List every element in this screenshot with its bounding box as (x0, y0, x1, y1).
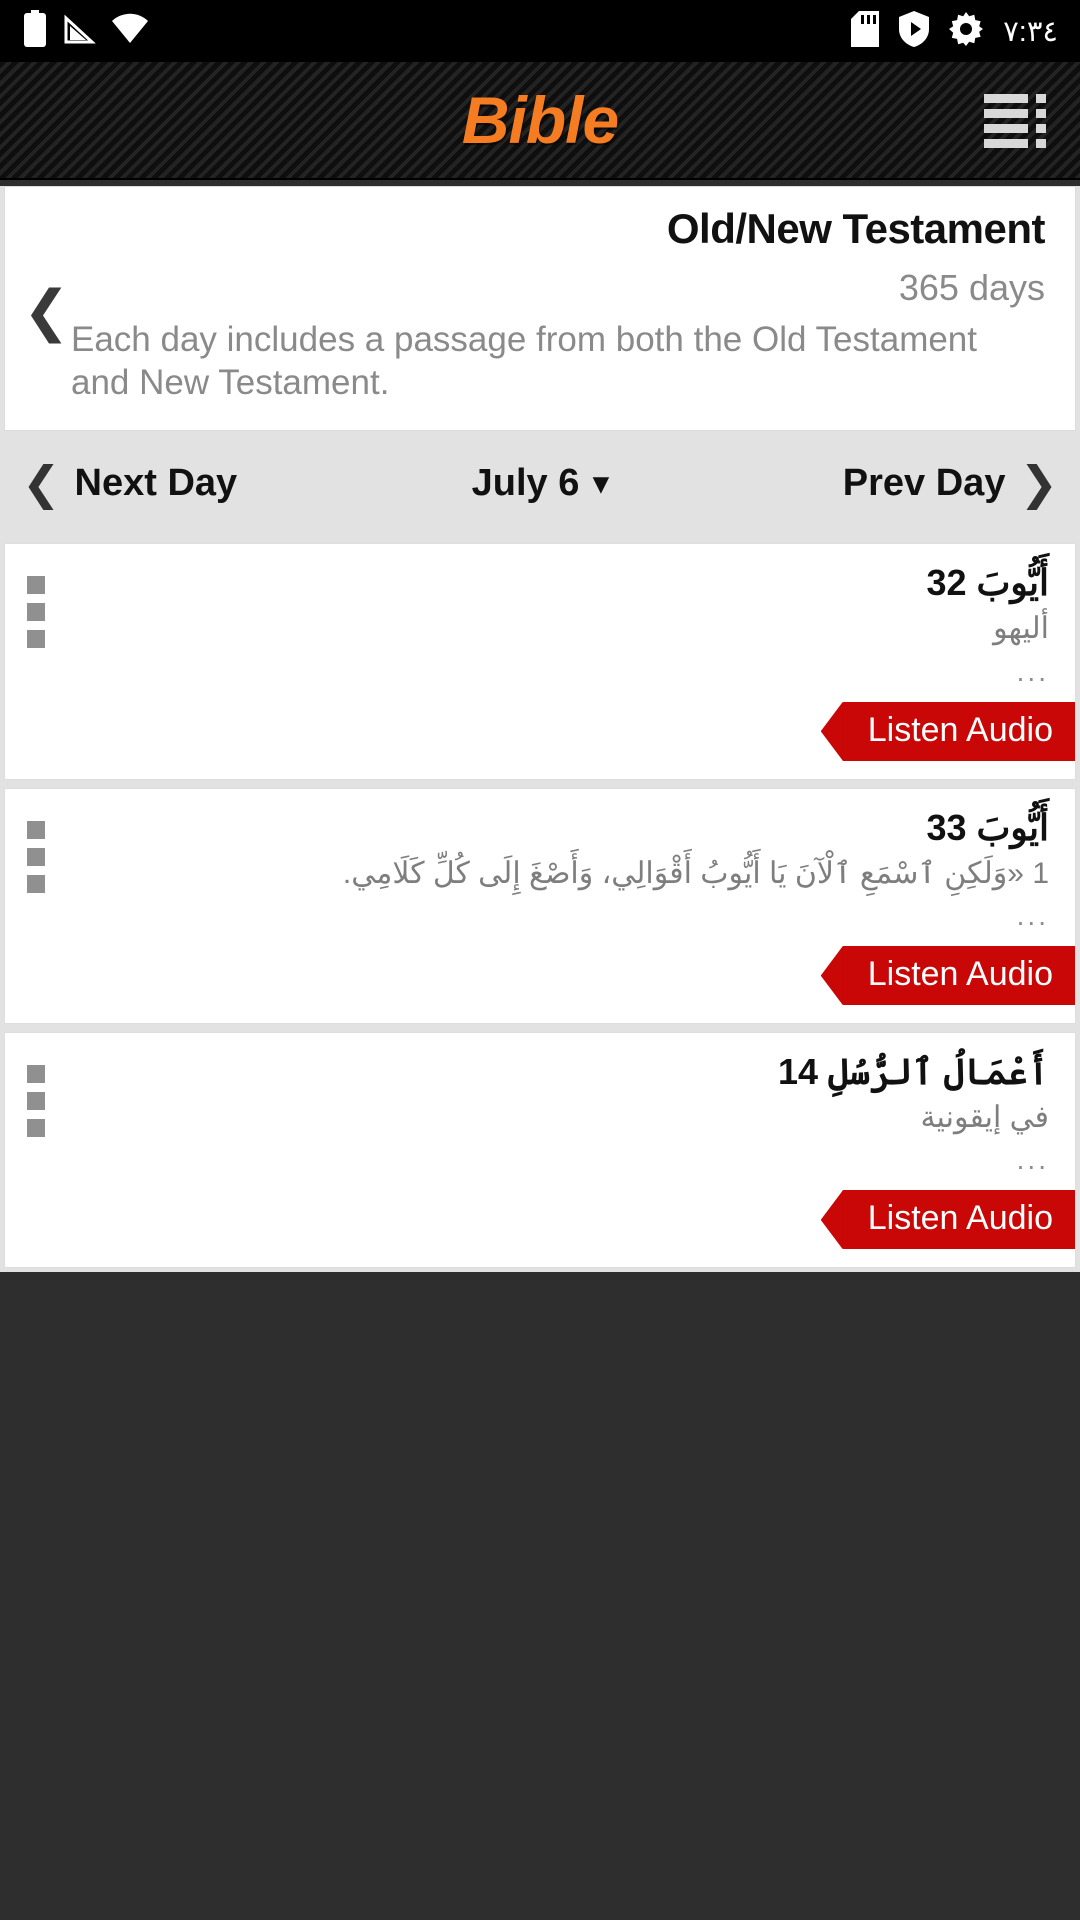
list-item[interactable]: أَعْمَالُ ٱلرُّسُلِ 14 في إيقونية ... Li… (4, 1031, 1076, 1269)
drag-handle-icon[interactable] (27, 576, 45, 649)
list-menu-icon[interactable] (984, 92, 1046, 148)
reading-title: أَعْمَالُ ٱلرُّسُلِ 14 (778, 1050, 1049, 1092)
list-item[interactable]: أَيُّوبَ 33 1 «وَلَكِنِ ٱسْمَعِ ٱلْآنَ ي… (4, 787, 1076, 1024)
reading-title: أَيُّوبَ 32 (926, 562, 1049, 604)
status-bar-right-icons: ٧:٣٤ (851, 10, 1058, 52)
reading-title: أَيُّوبَ 33 (926, 806, 1049, 848)
plan-title: Old/New Testament (666, 205, 1046, 252)
app-title: Bible (461, 83, 619, 157)
signal-icon (62, 12, 96, 51)
next-day-button[interactable]: ❮ Next Day (22, 460, 237, 506)
reading-ellipsis: ... (1016, 900, 1049, 932)
listen-audio-button[interactable]: Listen Audio (841, 946, 1075, 1005)
day-navigation-bar: ❮ Next Day July 6 ▾ Prev Day ❯ (0, 431, 1080, 536)
battery-icon (22, 9, 48, 53)
current-day-selector[interactable]: July 6 ▾ (472, 462, 609, 505)
current-day-label: July 6 (471, 461, 580, 504)
main-content: Old/New Testament 365 days ❮ Each day in… (0, 186, 1080, 1273)
drag-handle-icon[interactable] (27, 1064, 45, 1137)
settings-gear-icon (949, 11, 984, 51)
sd-card-icon (851, 10, 880, 52)
listen-audio-button[interactable]: Listen Audio (841, 701, 1075, 761)
next-day-label: Next Day (74, 461, 238, 504)
audio-row: Listen Audio (31, 1190, 1075, 1250)
plan-description: Each day includes a passage from both th… (71, 320, 978, 402)
reading-subtitle: أليهو (993, 612, 1049, 646)
status-bar: ٧:٣٤ (0, 0, 1080, 62)
phone-screen: ٧:٣٤ Bible Old/New Testament 365 days ❮ … (0, 0, 1080, 1920)
reading-subtitle: في إيقونية (920, 1100, 1049, 1134)
plan-duration: 365 days (898, 267, 1045, 308)
plan-info-card: Old/New Testament 365 days ❮ Each day in… (4, 186, 1076, 432)
wifi-icon (110, 12, 150, 51)
audio-row: Listen Audio (31, 701, 1075, 761)
list-item[interactable]: أَيُّوبَ 32 أليهو ... Listen Audio (4, 543, 1076, 780)
chevron-left-icon: ❮ (22, 457, 61, 510)
play-protect-icon (899, 10, 930, 52)
prev-day-label: Prev Day (842, 461, 1006, 504)
reading-ellipsis: ... (1016, 1144, 1049, 1176)
status-bar-clock: ٧:٣٤ (1003, 15, 1058, 48)
empty-area (0, 1272, 1080, 1920)
reading-ellipsis: ... (1016, 655, 1049, 687)
chevron-right-icon: ❯ (1019, 457, 1058, 510)
reading-list: أَيُّوبَ 32 أليهو ... Listen Audio أَيُّ… (0, 543, 1080, 1272)
app-header: Bible (0, 62, 1080, 180)
chevron-left-icon[interactable]: ❮ (23, 283, 70, 339)
reading-subtitle: 1 «وَلَكِنِ ٱسْمَعِ ٱلْآنَ يَا أَيُّوبُ … (342, 856, 1049, 890)
listen-audio-button[interactable]: Listen Audio (841, 1190, 1075, 1250)
prev-day-button[interactable]: Prev Day ❯ (843, 460, 1058, 506)
drag-handle-icon[interactable] (27, 820, 45, 893)
status-bar-left-icons (22, 9, 150, 53)
chevron-down-icon: ▾ (593, 466, 609, 500)
audio-row: Listen Audio (31, 946, 1075, 1005)
